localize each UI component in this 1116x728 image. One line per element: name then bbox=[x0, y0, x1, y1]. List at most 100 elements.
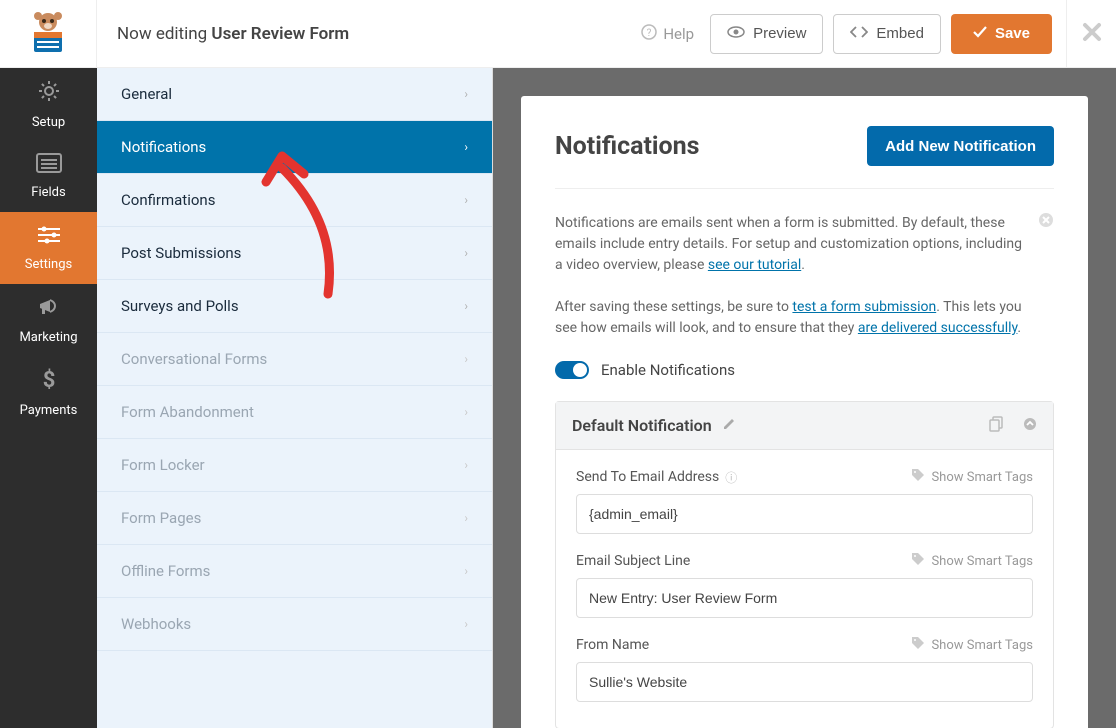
save-label: Save bbox=[995, 25, 1030, 42]
submenu-form-locker[interactable]: Form Locker› bbox=[97, 439, 492, 492]
smart-tags-button[interactable]: Show Smart Tags bbox=[911, 468, 1033, 486]
sidenav-setup[interactable]: Setup bbox=[0, 68, 97, 140]
submenu-label: Webhooks bbox=[121, 615, 191, 633]
panel-wrap: Notifications Add New Notification Notif… bbox=[493, 68, 1116, 728]
submenu-notifications[interactable]: Notifications › bbox=[97, 121, 492, 174]
save-button[interactable]: Save bbox=[951, 14, 1052, 54]
sidenav: Setup Fields Settings Marketing $ Paymen… bbox=[0, 68, 97, 728]
tag-icon bbox=[911, 468, 925, 486]
test-submission-link[interactable]: test a form submission bbox=[792, 299, 936, 315]
tutorial-link[interactable]: see our tutorial bbox=[708, 257, 801, 273]
panel-title: Notifications bbox=[555, 132, 700, 161]
close-button[interactable] bbox=[1066, 0, 1116, 67]
chevron-right-icon: › bbox=[464, 617, 468, 631]
duplicate-icon[interactable] bbox=[989, 416, 1005, 436]
field-send-to: Send To Email Address ⓘ Show Smart Tags bbox=[576, 468, 1033, 534]
submenu-label: Post Submissions bbox=[121, 244, 241, 262]
smart-tags-button[interactable]: Show Smart Tags bbox=[911, 636, 1033, 654]
submenu-label: Conversational Forms bbox=[121, 350, 267, 368]
sidenav-label: Payments bbox=[20, 403, 78, 418]
chevron-right-icon: › bbox=[464, 458, 468, 472]
field-label: From Name bbox=[576, 637, 649, 653]
sidenav-fields[interactable]: Fields bbox=[0, 140, 97, 212]
submenu-confirmations[interactable]: Confirmations › bbox=[97, 174, 492, 227]
info-text: After saving these settings, be sure to bbox=[555, 299, 792, 315]
submenu-label: Form Pages bbox=[121, 509, 201, 527]
notification-card: Default Notification Send T bbox=[555, 401, 1054, 728]
sidenav-marketing[interactable]: Marketing bbox=[0, 284, 97, 356]
dollar-icon: $ bbox=[41, 367, 57, 397]
sidenav-label: Setup bbox=[32, 115, 65, 130]
submenu-offline-forms[interactable]: Offline Forms › bbox=[97, 545, 492, 598]
info-close-button[interactable] bbox=[1038, 209, 1054, 236]
edit-title-icon[interactable] bbox=[722, 417, 736, 435]
enable-toggle-row: Enable Notifications bbox=[555, 361, 1054, 379]
bullhorn-icon bbox=[37, 296, 61, 324]
field-label: Send To Email Address bbox=[576, 469, 719, 485]
add-notification-button[interactable]: Add New Notification bbox=[867, 126, 1054, 166]
submenu-conversational-forms[interactable]: Conversational Forms› bbox=[97, 333, 492, 386]
chevron-right-icon: › bbox=[464, 140, 468, 154]
info-block: Notifications are emails sent when a for… bbox=[555, 213, 1054, 339]
chevron-right-icon: › bbox=[464, 246, 468, 260]
settings-panel: Notifications Add New Notification Notif… bbox=[521, 96, 1088, 728]
sidenav-payments[interactable]: $ Payments bbox=[0, 356, 97, 428]
eye-icon bbox=[727, 25, 745, 42]
submenu-label: Form Abandonment bbox=[121, 403, 254, 421]
chevron-right-icon: › bbox=[464, 564, 468, 578]
topbar: Now editing User Review Form ? Help Prev… bbox=[0, 0, 1116, 68]
sliders-icon bbox=[36, 225, 62, 251]
smart-tags-label: Show Smart Tags bbox=[931, 470, 1033, 485]
help-icon: ? bbox=[641, 24, 657, 44]
smart-tags-label: Show Smart Tags bbox=[931, 638, 1033, 653]
help-label: Help bbox=[663, 25, 694, 43]
smart-tags-label: Show Smart Tags bbox=[931, 554, 1033, 569]
embed-icon bbox=[850, 25, 868, 42]
collapse-icon[interactable] bbox=[1023, 417, 1037, 435]
logo bbox=[0, 0, 97, 68]
close-icon bbox=[1082, 19, 1102, 49]
submenu-surveys-polls[interactable]: Surveys and Polls› bbox=[97, 280, 492, 333]
submenu-form-pages[interactable]: Form Pages › bbox=[97, 492, 492, 545]
svg-text:?: ? bbox=[647, 28, 652, 39]
tag-icon bbox=[911, 552, 925, 570]
from-name-input[interactable] bbox=[576, 662, 1033, 702]
editing-prefix: Now editing bbox=[117, 24, 211, 44]
fields-icon bbox=[36, 153, 62, 179]
sidenav-settings[interactable]: Settings bbox=[0, 212, 97, 284]
submenu-form-abandonment[interactable]: Form Abandonment › bbox=[97, 386, 492, 439]
chevron-right-icon: › bbox=[464, 299, 468, 313]
chevron-right-icon: › bbox=[464, 511, 468, 525]
notification-card-body: Send To Email Address ⓘ Show Smart Tags … bbox=[556, 450, 1053, 728]
submenu-label: Offline Forms bbox=[121, 562, 210, 580]
submenu-label: General bbox=[121, 85, 172, 103]
svg-text:$: $ bbox=[42, 368, 55, 391]
chevron-right-icon: › bbox=[464, 87, 468, 101]
embed-button[interactable]: Embed bbox=[833, 14, 941, 54]
submenu-label: Notifications bbox=[121, 138, 206, 156]
submenu-post-submissions[interactable]: Post Submissions › bbox=[97, 227, 492, 280]
field-subject: Email Subject Line Show Smart Tags bbox=[576, 552, 1033, 618]
preview-button[interactable]: Preview bbox=[710, 14, 823, 54]
logo-icon bbox=[24, 10, 72, 58]
editing-title: Now editing User Review Form bbox=[97, 24, 641, 44]
preview-label: Preview bbox=[753, 25, 806, 42]
enable-notifications-toggle[interactable] bbox=[555, 361, 589, 379]
help-link[interactable]: ? Help bbox=[641, 24, 694, 44]
field-from-name: From Name Show Smart Tags bbox=[576, 636, 1033, 702]
field-label: Email Subject Line bbox=[576, 553, 690, 569]
submenu-webhooks[interactable]: Webhooks › bbox=[97, 598, 492, 651]
submenu-general[interactable]: General › bbox=[97, 68, 492, 121]
help-tooltip-icon[interactable]: ⓘ bbox=[725, 469, 737, 486]
subject-input[interactable] bbox=[576, 578, 1033, 618]
submenu-label: Confirmations bbox=[121, 191, 215, 209]
chevron-right-icon: › bbox=[464, 193, 468, 207]
smart-tags-button[interactable]: Show Smart Tags bbox=[911, 552, 1033, 570]
delivered-link[interactable]: are delivered successfully bbox=[858, 320, 1018, 336]
gear-icon bbox=[37, 79, 61, 109]
main-row: Setup Fields Settings Marketing $ Paymen… bbox=[0, 68, 1116, 728]
send-to-input[interactable] bbox=[576, 494, 1033, 534]
top-actions: ? Help Preview Embed Save bbox=[641, 0, 1066, 67]
chevron-right-icon: › bbox=[464, 405, 468, 419]
sidenav-label: Settings bbox=[25, 257, 72, 272]
